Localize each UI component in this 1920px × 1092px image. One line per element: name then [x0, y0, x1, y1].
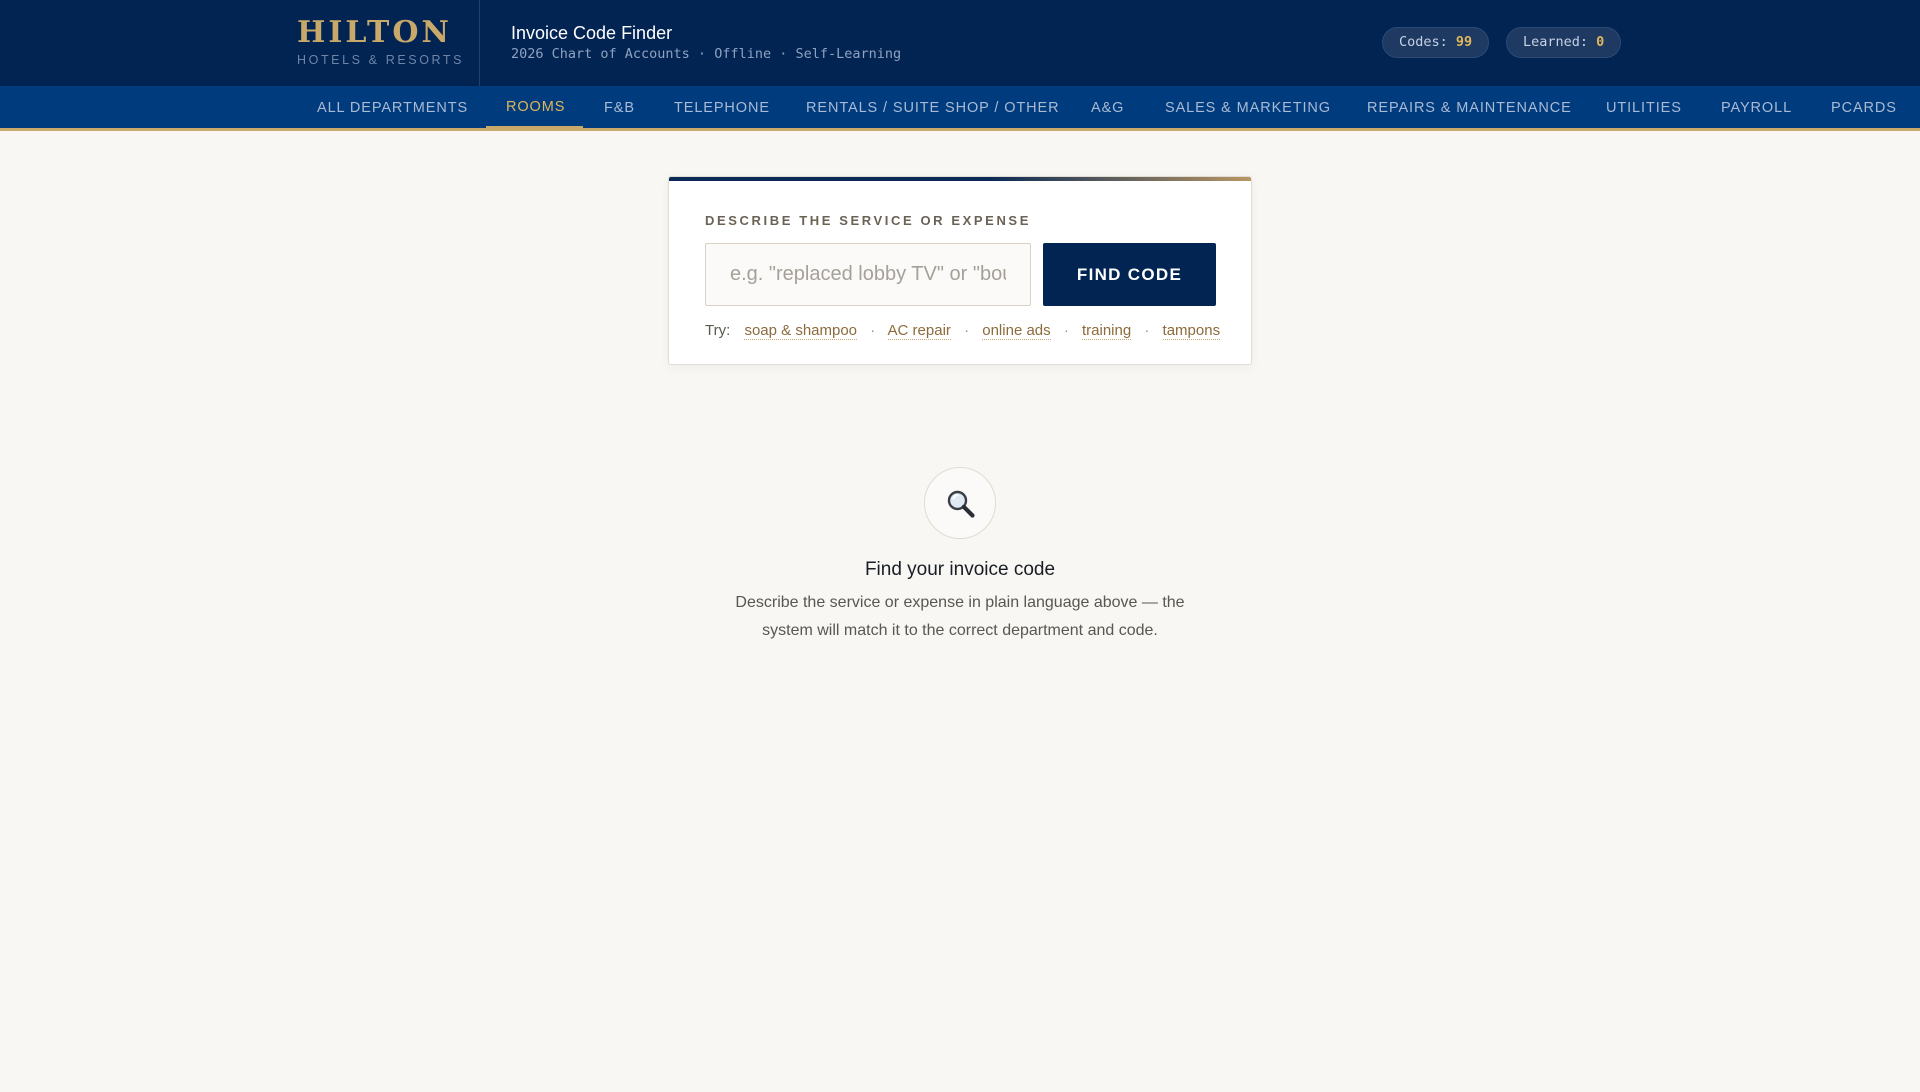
- card-accent-bar: [669, 177, 1251, 181]
- suggestion-online-ads[interactable]: online ads: [982, 322, 1051, 340]
- suggestion-training[interactable]: training: [1081, 322, 1132, 340]
- app-header: HILTON HOTELS & RESORTS Invoice Code Fin…: [0, 0, 1920, 86]
- app-title: Invoice Code Finder: [511, 23, 673, 43]
- suggestion-ac-repair[interactable]: AC repair: [887, 322, 951, 340]
- brand-logo: HILTON HOTELS & RESORTS: [297, 14, 464, 67]
- learned-count-badge: Learned: 0: [1506, 27, 1622, 58]
- app-subtitle: 2026 Chart of Accounts · Offline · Self-…: [511, 46, 902, 62]
- find-code-button[interactable]: FIND CODE: [1043, 243, 1216, 306]
- suggestion-row: Try: soap & shampoo · AC repair · online…: [705, 322, 1221, 340]
- tab-sales-marketing[interactable]: SALES & MARKETING: [1165, 86, 1331, 128]
- learned-count-value: 0: [1596, 34, 1605, 50]
- tab-payroll[interactable]: PAYROLL: [1721, 86, 1792, 128]
- tab-telephone[interactable]: TELEPHONE: [674, 86, 770, 128]
- suggestion-separator: ·: [964, 322, 970, 339]
- try-label: Try:: [705, 322, 731, 339]
- suggestion-separator: ·: [1063, 322, 1069, 339]
- empty-state-title: Find your invoice code: [864, 559, 1056, 580]
- empty-state-description: Describe the service or expense in plain…: [735, 594, 1185, 639]
- learned-count-label: Learned:: [1523, 34, 1589, 50]
- codes-count-value: 99: [1455, 34, 1473, 50]
- suggestion-separator: ·: [1144, 322, 1150, 339]
- active-tab-indicator: [486, 126, 583, 128]
- codes-count-badge: Codes: 99: [1382, 27, 1490, 58]
- tab-fb[interactable]: F&B: [604, 86, 635, 128]
- search-card: DESCRIBE THE SERVICE OR EXPENSE FIND COD…: [668, 176, 1252, 365]
- header-divider: [479, 0, 480, 86]
- suggestion-tampons[interactable]: tampons: [1162, 322, 1221, 340]
- suggestion-soap-shampoo[interactable]: soap & shampoo: [744, 322, 858, 340]
- tab-repairs-maintenance[interactable]: REPAIRS & MAINTENANCE: [1367, 86, 1572, 128]
- search-input[interactable]: [705, 243, 1031, 306]
- suggestion-separator: ·: [870, 322, 876, 339]
- tab-pcards[interactable]: PCARDS: [1831, 86, 1897, 128]
- magnifier-icon: [947, 490, 975, 518]
- tab-utilities[interactable]: UTILITIES: [1606, 86, 1682, 128]
- search-label: DESCRIBE THE SERVICE OR EXPENSE: [705, 213, 1031, 228]
- tab-all-departments[interactable]: ALL DEPARTMENTS: [317, 86, 468, 128]
- brand-tagline: HOTELS & RESORTS: [297, 53, 465, 67]
- brand-name: HILTON: [297, 15, 452, 50]
- empty-state-icon-circle: [924, 467, 996, 539]
- tab-rentals-suite-shop-other[interactable]: RENTALS / SUITE SHOP / OTHER: [806, 86, 1059, 128]
- department-nav: ALL DEPARTMENTS ROOMS F&B TELEPHONE RENT…: [0, 86, 1920, 131]
- tab-ag[interactable]: A&G: [1091, 86, 1124, 128]
- tab-rooms[interactable]: ROOMS: [506, 86, 565, 128]
- codes-count-label: Codes:: [1399, 34, 1448, 50]
